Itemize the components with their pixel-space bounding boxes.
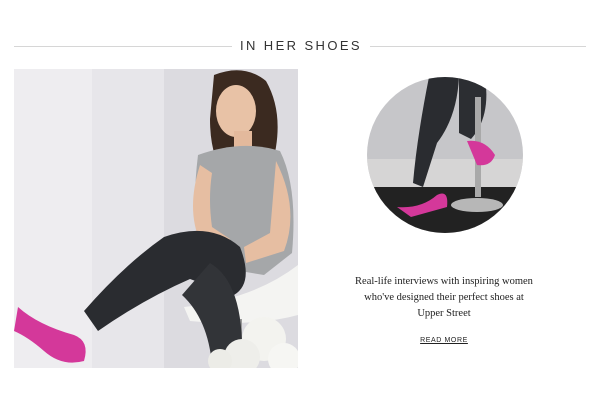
read-more-link[interactable]: READ MORE <box>414 337 474 344</box>
shoe-closeup-photo[interactable] <box>367 77 523 233</box>
section-header: IN HER SHOES <box>14 36 586 56</box>
header-rule-left <box>14 46 232 47</box>
feature-blurb: Real-life interviews with inspiring wome… <box>355 276 533 319</box>
section-title: IN HER SHOES <box>240 38 362 53</box>
header-rule-right <box>370 46 586 47</box>
hero-photo[interactable] <box>14 69 298 368</box>
